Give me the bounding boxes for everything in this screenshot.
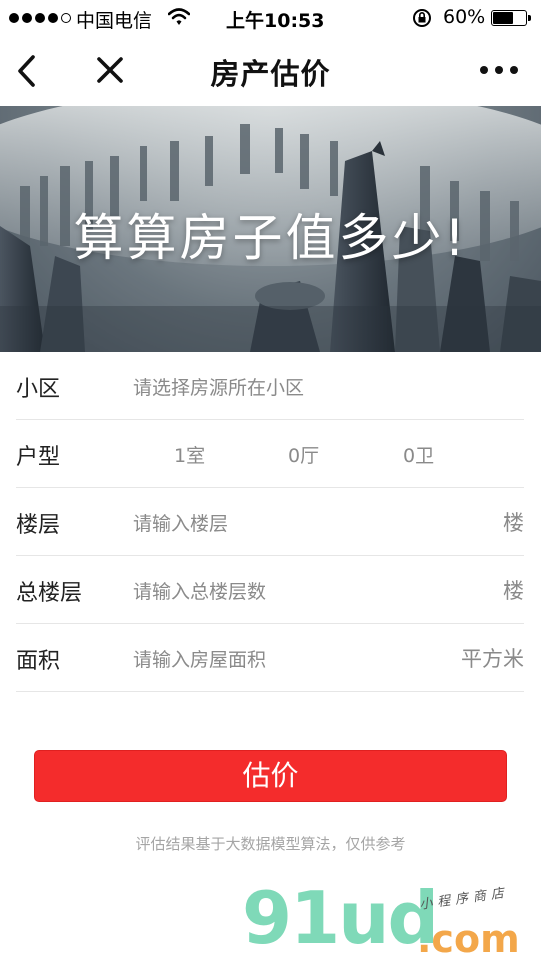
layout-label: 户型 bbox=[16, 445, 61, 470]
floor-row: 楼层 请输入楼层 楼 bbox=[16, 488, 524, 556]
total-floors-input[interactable]: 请输入总楼层数 bbox=[133, 577, 266, 604]
rooms-picker[interactable]: 1室 bbox=[174, 441, 205, 468]
total-floors-label: 总楼层 bbox=[16, 581, 83, 606]
floor-input[interactable]: 请输入楼层 bbox=[133, 509, 228, 536]
signal-strength-icon bbox=[9, 13, 71, 23]
banner-headline: 算算房子值多少! bbox=[73, 209, 468, 267]
halls-picker[interactable]: 0厅 bbox=[288, 441, 319, 468]
area-unit: 平方米 bbox=[461, 647, 524, 671]
clock: 上午10:53 bbox=[226, 10, 325, 32]
area-row: 面积 请输入房屋面积 平方米 bbox=[16, 624, 524, 692]
watermark-logo: 91ud .com 小程序商店 bbox=[242, 876, 541, 961]
baths-picker[interactable]: 0卫 bbox=[403, 441, 434, 468]
hero-banner: 算算房子值多少! bbox=[0, 106, 541, 352]
community-label: 小区 bbox=[16, 377, 61, 402]
watermark-domain: .com bbox=[417, 917, 520, 961]
community-row[interactable]: 小区 请选择房源所在小区 bbox=[16, 352, 524, 420]
status-bar: 中国电信 上午10:53 60% bbox=[0, 0, 541, 36]
nav-bar: 房产估价 bbox=[0, 36, 541, 106]
community-select[interactable]: 请选择房源所在小区 bbox=[133, 373, 304, 400]
watermark-main: 91ud bbox=[242, 876, 439, 960]
wifi-icon bbox=[168, 8, 190, 25]
area-label: 面积 bbox=[16, 649, 61, 674]
total-floors-unit: 楼 bbox=[503, 579, 524, 603]
layout-row: 户型 1室 0厅 0卫 bbox=[16, 420, 524, 488]
area-input[interactable]: 请输入房屋面积 bbox=[133, 645, 266, 672]
page-title: 房产估价 bbox=[210, 57, 331, 91]
disclaimer-text: 评估结果基于大数据模型算法，仅供参考 bbox=[135, 835, 406, 853]
total-floors-row: 总楼层 请输入总楼层数 楼 bbox=[16, 556, 524, 624]
more-dots-icon[interactable] bbox=[480, 66, 518, 74]
estimate-button[interactable]: 估价 bbox=[34, 750, 507, 802]
floor-label: 楼层 bbox=[16, 513, 61, 538]
carrier-name: 中国电信 bbox=[76, 10, 153, 32]
battery-icon bbox=[491, 10, 531, 26]
rotation-lock-icon bbox=[413, 9, 431, 27]
battery-percent: 60% bbox=[443, 6, 486, 28]
floor-unit: 楼 bbox=[503, 511, 524, 535]
